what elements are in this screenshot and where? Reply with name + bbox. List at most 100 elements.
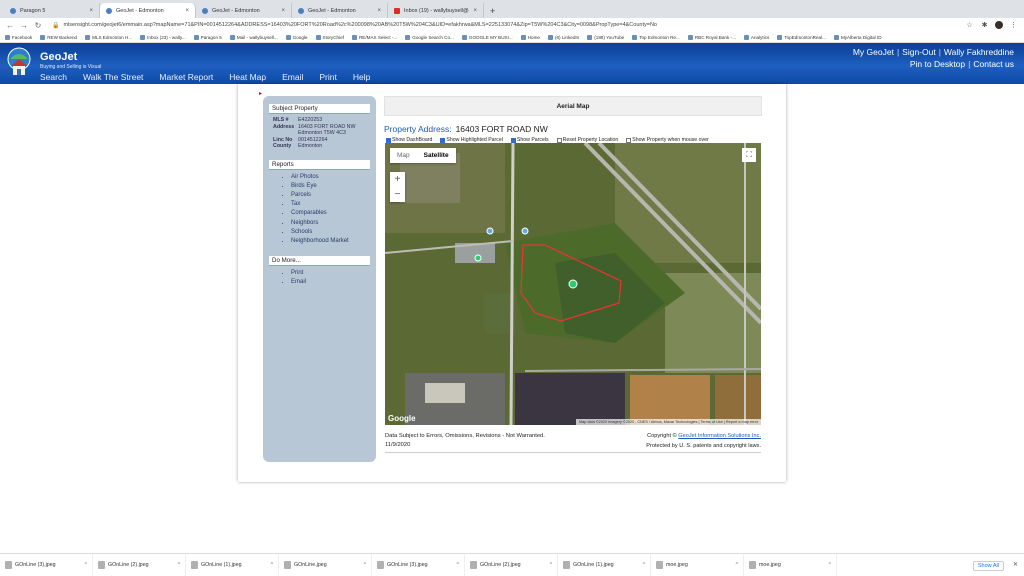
sidebar-item-schools[interactable]: Schools [291,228,370,237]
bookmark-item[interactable]: Google Search Co... [405,34,454,40]
download-item[interactable]: GOnLine (3).jpeg ^ [372,553,465,576]
link-pin-to-desktop[interactable]: Pin to Desktop [910,59,965,69]
bookmark-item[interactable]: REW Backend [40,34,77,40]
back-icon[interactable]: ← [6,21,14,30]
browser-tab[interactable]: Paragon 5 × [4,3,100,18]
sidebar-item-email[interactable]: Email [291,278,370,287]
reload-icon[interactable]: ↻ [34,21,42,30]
bookmark-item[interactable]: Inbox (23) - wally... [140,34,186,40]
browser-tab[interactable]: GeoJet - Edmonton × [292,3,388,18]
nav-walk-the-street[interactable]: Walk The Street [83,72,143,82]
forward-icon[interactable]: → [20,21,28,30]
nav-search[interactable]: Search [40,72,67,82]
download-item[interactable]: GOnLine (2).jpeg ^ [465,553,558,576]
new-tab-icon[interactable]: + [484,3,501,18]
bookmark-item[interactable]: Home [520,34,540,40]
download-item[interactable]: GOnLine (1).jpeg ^ [558,553,651,576]
fullscreen-icon[interactable]: ⛶ [742,148,756,162]
chevron-up-icon[interactable]: ^ [829,562,831,568]
bookmark-label: Home [527,34,540,40]
chevron-up-icon[interactable]: ^ [85,562,87,568]
sidebar-item-comparables[interactable]: Comparables [291,209,370,218]
nav-email[interactable]: Email [282,72,303,82]
zoom-in-button[interactable]: + [390,172,405,187]
chevron-up-icon[interactable]: ^ [457,562,459,568]
download-item[interactable]: moe.jpeg ^ [651,553,744,576]
link-wally-fakhreddine[interactable]: Wally Fakhreddine [944,47,1014,57]
link-sign-out[interactable]: Sign-Out [902,47,936,57]
bookmark-item[interactable]: MyAlberta Digital ID [833,34,882,40]
chevron-up-icon[interactable]: ^ [643,562,645,568]
map-type-satellite[interactable]: Satellite [417,148,456,163]
chevron-up-icon[interactable]: ^ [364,562,366,568]
tab-close-icon[interactable]: × [281,8,285,14]
download-item[interactable]: GOnLine.jpeg ^ [279,553,372,576]
download-item[interactable]: GOnLine (1).jpeg ^ [186,553,279,576]
close-icon[interactable]: ✕ [1013,561,1018,568]
show-all-button[interactable]: Show All [972,561,1004,571]
bookmark-item[interactable]: (188) YouTube [587,34,624,40]
bookmark-item[interactable]: MLS Edmonton H... [85,34,132,40]
bookmark-item[interactable]: RBC Royal Bank -... [687,34,736,40]
checkbox[interactable] [386,137,391,143]
aerial-map[interactable]: Map Satellite + − ⛶ Google Map data ©2020… [385,143,761,425]
sidebar-item-tax[interactable]: Tax [291,200,370,209]
download-item[interactable]: GOnLine (2).jpeg ^ [93,553,186,576]
address-bar[interactable]: 🔒 mlsensight.com/geojet6/emmain.asp?mapN… [48,20,959,31]
menu-icon[interactable]: ⋮ [1009,21,1018,29]
sidebar-item-parcels[interactable]: Parcels [291,191,370,200]
bookmark-item[interactable]: RE/MAX Select -... [351,34,397,40]
checkbox[interactable] [556,137,562,143]
bookmark-item[interactable]: Top Edmonton Re... [632,34,680,40]
bookmark-icon [140,34,146,40]
bookmark-item[interactable]: Paragon 5 [193,34,222,40]
geojet-link[interactable]: GeoJet Information Solutions Inc. [678,433,761,439]
nav-help[interactable]: Help [353,72,370,82]
checkbox[interactable] [440,137,446,143]
checkbox[interactable] [626,137,632,143]
nav-market-report[interactable]: Market Report [159,72,213,82]
download-item[interactable]: GOnLine (3).jpeg ^ [0,553,93,576]
bookmark-item[interactable]: Analytics [743,34,769,40]
link-contact-us[interactable]: Contact us [973,59,1014,69]
zoom-out-button[interactable]: − [390,187,405,202]
browser-tab[interactable]: GeoJet - Edmonton × [196,3,292,18]
sidebar-item-birds-eye[interactable]: Birds Eye [291,182,370,191]
tab-close-icon[interactable]: × [473,8,477,14]
bookmark-item[interactable]: (6) LinkedIn [547,34,579,40]
star-icon[interactable]: ☆ [965,21,974,29]
nav-print[interactable]: Print [319,72,336,82]
chevron-up-icon[interactable]: ^ [736,562,738,568]
brand-name: GeoJet [40,51,78,63]
browser-tab[interactable]: GeoJet - Edmonton × [100,3,196,18]
google-logo: Google [388,414,416,423]
tab-close-icon[interactable]: × [89,8,93,14]
bookmark-item[interactable]: GOOGLE MY BUSI... [461,34,513,40]
extension-icon[interactable]: ✱ [980,21,989,29]
file-icon [470,561,477,569]
download-item[interactable]: moe.jpeg ^ [744,553,837,576]
sidebar-item-print[interactable]: Print [291,269,370,278]
bookmark-item[interactable]: StoryChief [315,34,344,40]
geojet-icon [106,7,112,14]
checkbox[interactable] [510,137,516,143]
tab-close-icon[interactable]: × [377,8,381,14]
tab-close-icon[interactable]: × [185,8,189,14]
browser-tab[interactable]: Inbox (19) - wallybuysell@gma... × [388,3,484,18]
link-my-geojet[interactable]: My GeoJet [853,47,894,57]
bookmark-item[interactable]: Facebook [5,34,32,40]
sidebar-item-neighbors[interactable]: Neighbors [291,219,370,228]
map-type-map[interactable]: Map [390,148,417,163]
chevron-up-icon[interactable]: ^ [178,562,180,568]
map-attribution[interactable]: Map data ©2020 Imagery ©2020 , CNES / Ai… [575,419,761,425]
bookmark-item[interactable]: TopEdmontonReal... [777,34,826,40]
bookmark-item[interactable]: Mail - wallybuysell... [229,34,278,40]
sidebar-item-neighborhood-market[interactable]: Neighborhood Market [291,237,370,246]
nav-heat-map[interactable]: Heat Map [229,72,266,82]
chevron-up-icon[interactable]: ^ [550,562,552,568]
chevron-up-icon[interactable]: ^ [271,562,273,568]
profile-avatar[interactable] [995,21,1003,29]
sidebar-item-air-photos[interactable]: Air Photos [291,173,370,182]
address-label: Property Address: [384,124,452,134]
bookmark-item[interactable]: Google [285,34,308,40]
